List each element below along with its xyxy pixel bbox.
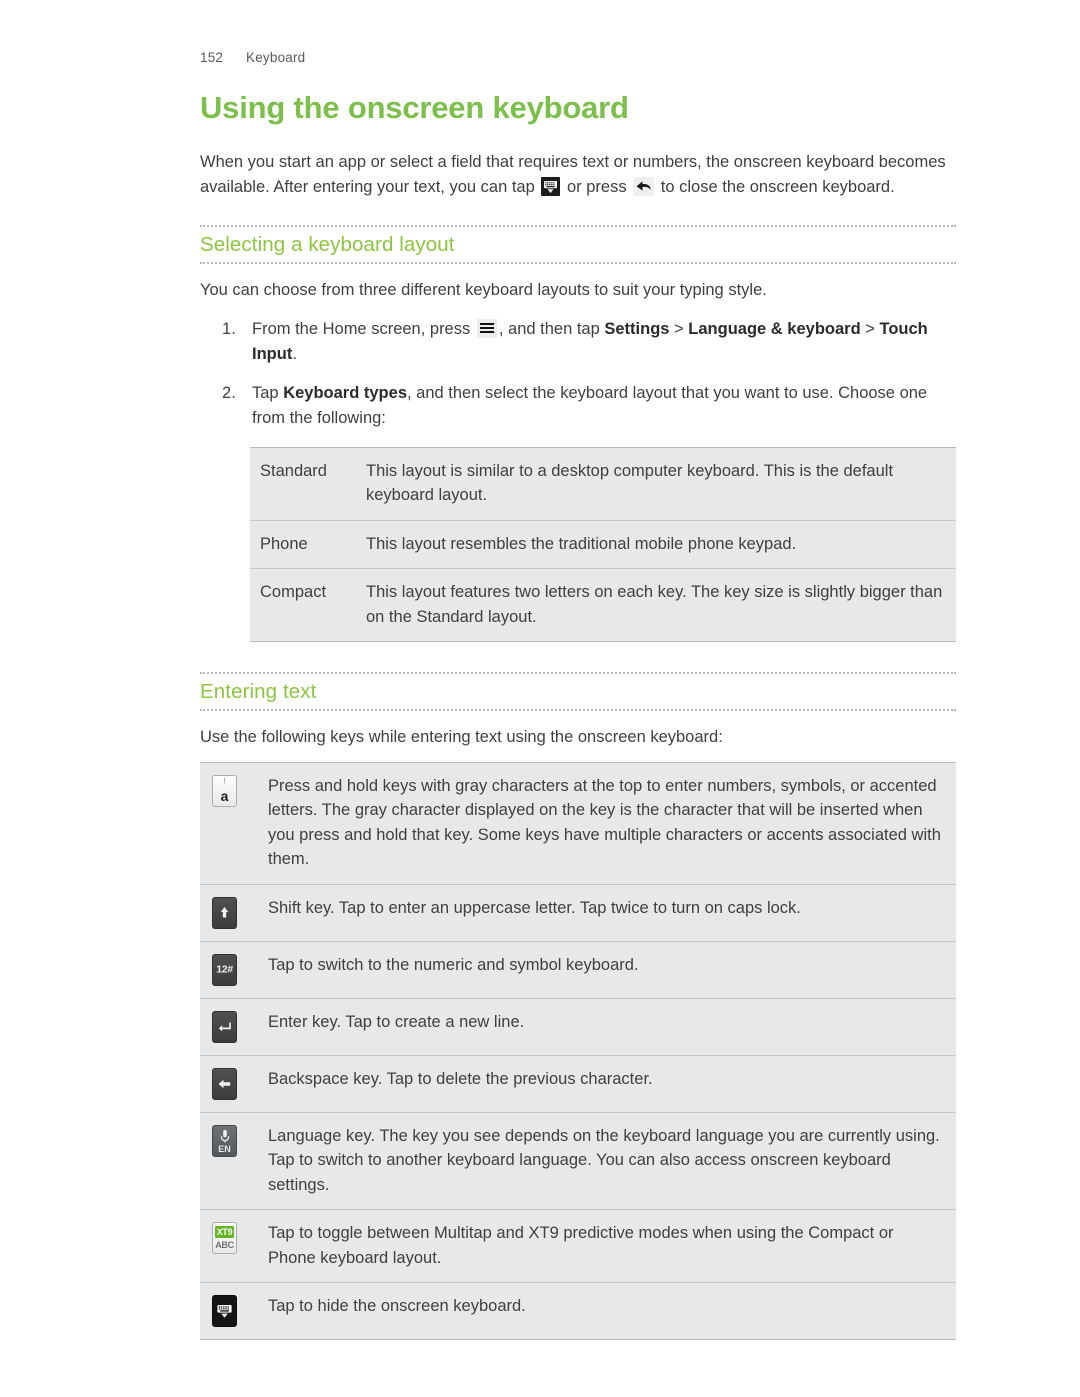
key-cell xyxy=(200,997,258,1055)
table-row: Shift key. Tap to enter an uppercase let… xyxy=(200,883,956,941)
document-page: 152 Keyboard Using the onscreen keyboard … xyxy=(0,0,1080,1397)
hide-keyboard-icon xyxy=(541,176,561,196)
enter-arrow-icon xyxy=(213,1012,236,1042)
microphone-icon xyxy=(219,1129,231,1145)
table-row: Tap to hide the onscreen keyboard. xyxy=(200,1282,956,1340)
backspace-key-icon xyxy=(212,1067,237,1100)
keyboard-layouts-table: Standard This layout is similar to a des… xyxy=(250,446,956,642)
section-heading-entering-text: Entering text xyxy=(200,672,956,711)
table-row: Backspace key. Tap to delete the previou… xyxy=(200,1054,956,1112)
layout-description: This layout features two letters on each… xyxy=(356,568,956,642)
table-row: Compact This layout features two letters… xyxy=(250,568,956,642)
hide-keyboard-key-icon xyxy=(212,1295,237,1327)
key-description: Press and hold keys with gray characters… xyxy=(258,761,956,884)
section-heading-text: Selecting a keyboard layout xyxy=(200,233,455,256)
layout-description: This layout is similar to a desktop comp… xyxy=(356,446,956,520)
step1-pre: From the Home screen, press xyxy=(252,319,471,338)
key-cell: 12# xyxy=(200,940,258,998)
table-row: ! a Press and hold keys with gray charac… xyxy=(200,761,956,884)
menu-icon xyxy=(476,318,497,338)
layout-term: Standard xyxy=(250,446,356,520)
shift-arrow-icon xyxy=(213,898,236,928)
table-row: 12# Tap to switch to the numeric and sym… xyxy=(200,940,956,998)
key-cell xyxy=(200,1054,258,1112)
key-description: Backspace key. Tap to delete the previou… xyxy=(258,1054,956,1112)
key-cell xyxy=(200,1282,258,1340)
key-language-label: EN xyxy=(218,1143,231,1154)
key-description: Language key. The key you see depends on… xyxy=(258,1111,956,1210)
language-key-icon: EN xyxy=(212,1124,237,1157)
numeric-symbol-key-icon: 12# xyxy=(212,953,237,986)
page-number: 152 xyxy=(200,50,224,65)
shift-key-icon xyxy=(212,896,237,929)
intro-text-part-2: or press xyxy=(566,177,627,196)
step1-sep2: > xyxy=(865,319,875,338)
section1-intro: You can choose from three different keyb… xyxy=(200,281,767,299)
letter-a-key-icon: ! a xyxy=(212,774,237,807)
step1-bold-settings: Settings xyxy=(604,319,670,338)
back-arrow-icon xyxy=(633,176,655,196)
list-item: Tap Keyboard types, and then select the … xyxy=(200,381,956,431)
table-row: XT9 ABC Tap to toggle between Multitap a… xyxy=(200,1209,956,1283)
key-cell: ! a xyxy=(200,761,258,884)
section-heading-text: Entering text xyxy=(200,680,317,703)
list-item: From the Home screen, press , and then t… xyxy=(200,317,956,367)
enter-key-icon xyxy=(212,1010,237,1043)
table-row: EN Language key. The key you see depends… xyxy=(200,1111,956,1210)
section2-intro: Use the following keys while entering te… xyxy=(200,728,723,746)
key-cell: EN xyxy=(200,1111,258,1210)
table-row: Enter key. Tap to create a new line. xyxy=(200,997,956,1055)
key-description: Tap to toggle between Multitap and XT9 p… xyxy=(258,1209,956,1283)
xt9-abc-key-icon: XT9 ABC xyxy=(212,1222,237,1254)
content-column: Using the onscreen keyboard When you sta… xyxy=(200,88,956,1340)
table-row: Standard This layout is similar to a des… xyxy=(250,446,956,520)
keyboard-keys-table: ! a Press and hold keys with gray charac… xyxy=(200,761,956,1340)
layout-term: Phone xyxy=(250,519,356,569)
abc-label: ABC xyxy=(215,1240,234,1250)
step1-bold-language-keyboard: Language & keyboard xyxy=(688,319,861,338)
key-cell xyxy=(200,883,258,941)
section-heading-selecting-layout: Selecting a keyboard layout xyxy=(200,225,956,264)
intro-text-part-3: to close the onscreen keyboard. xyxy=(660,177,895,196)
xt9-badge: XT9 xyxy=(215,1226,234,1238)
key-main-label: 12# xyxy=(216,963,233,975)
layout-description: This layout resembles the traditional mo… xyxy=(356,519,956,569)
step1-sep1: > xyxy=(674,319,684,338)
key-description: Enter key. Tap to create a new line. xyxy=(258,997,956,1055)
intro-paragraph: When you start an app or select a field … xyxy=(200,150,956,199)
steps-list: From the Home screen, press , and then t… xyxy=(200,317,956,431)
chapter-name: Keyboard xyxy=(246,50,306,65)
layout-term: Compact xyxy=(250,568,356,642)
key-description: Tap to hide the onscreen keyboard. xyxy=(258,1282,956,1340)
key-cell: XT9 ABC xyxy=(200,1209,258,1283)
table-row: Phone This layout resembles the traditio… xyxy=(250,519,956,569)
step2-bold-keyboard-types: Keyboard types xyxy=(283,383,407,402)
key-description: Shift key. Tap to enter an uppercase let… xyxy=(258,883,956,941)
page-title: Using the onscreen keyboard xyxy=(200,90,629,125)
key-main-label: a xyxy=(220,787,229,804)
running-header: 152 Keyboard xyxy=(200,50,305,65)
step2-pre: Tap xyxy=(252,383,279,402)
key-description: Tap to switch to the numeric and symbol … xyxy=(258,940,956,998)
keyboard-down-icon xyxy=(213,1296,236,1326)
key-superscript: ! xyxy=(223,776,226,786)
left-arrow-icon xyxy=(213,1069,236,1099)
step1-mid: , and then tap xyxy=(498,319,600,338)
step1-post: . xyxy=(292,344,297,363)
